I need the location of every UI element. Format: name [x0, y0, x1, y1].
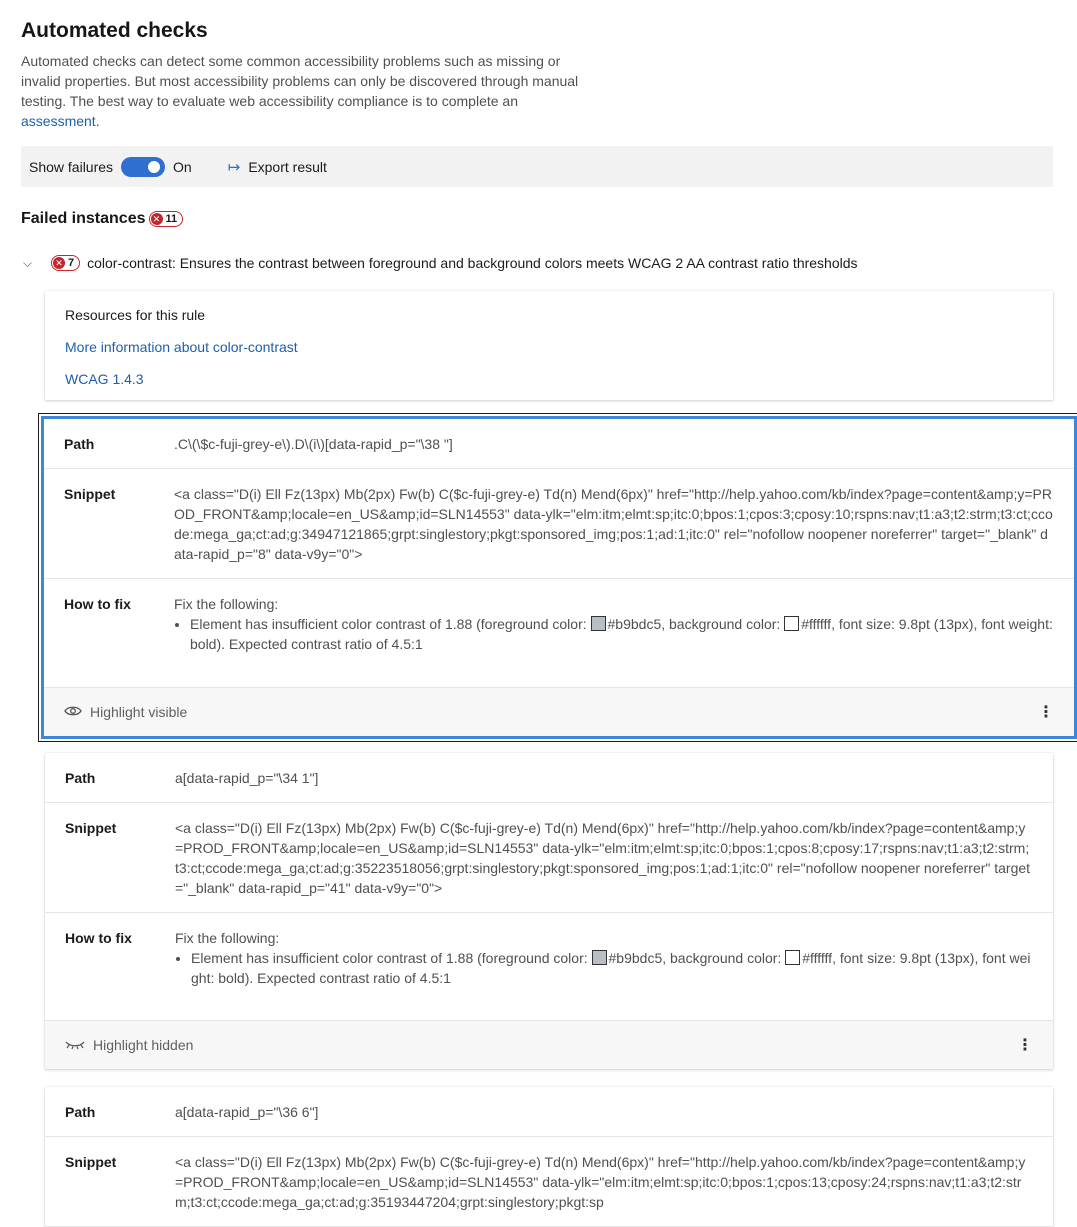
- rule-description: color-contrast: Ensures the contrast bet…: [87, 255, 858, 271]
- error-x-icon: ✕: [53, 257, 65, 269]
- toggle-state-label: On: [173, 158, 192, 175]
- path-row: Path a[data-rapid_p="\34 1"]: [45, 753, 1053, 803]
- snippet-row: Snippet <a class="D(i) Ell Fz(13px) Mb(2…: [44, 469, 1074, 579]
- how-to-fix-value: Fix the following: Element has insuffici…: [174, 594, 1054, 654]
- snippet-row: Snippet <a class="D(i) Ell Fz(13px) Mb(2…: [45, 803, 1053, 913]
- export-result-label: Export result: [248, 158, 327, 175]
- highlight-toggle[interactable]: Highlight hidden: [65, 1037, 193, 1053]
- rule-count-badge: ✕ 7: [51, 255, 81, 271]
- how-to-fix-label: How to fix: [65, 930, 132, 946]
- path-label: Path: [64, 436, 95, 452]
- fix-item: Element has insufficient color contrast …: [190, 614, 1054, 654]
- page-title: Automated checks: [21, 19, 208, 42]
- automated-checks-page: Automated checks Automated checks can de…: [0, 0, 1077, 1227]
- highlight-toggle[interactable]: Highlight visible: [64, 704, 187, 720]
- snippet-label: Snippet: [65, 1154, 117, 1170]
- snippet-value: <a class="D(i) Ell Fz(13px) Mb(2px) Fw(b…: [174, 486, 1053, 562]
- export-result-button[interactable]: ↦ Export result: [228, 158, 327, 176]
- instance-footer: Highlight hidden ⋮: [45, 1021, 1053, 1069]
- how-to-fix-label: How to fix: [64, 596, 131, 612]
- path-label: Path: [65, 770, 96, 786]
- snippet-label: Snippet: [64, 486, 116, 502]
- instance-card[interactable]: Path a[data-rapid_p="\36 6"] Snippet <a …: [45, 1087, 1053, 1227]
- snippet-value: <a class="D(i) Ell Fz(13px) Mb(2px) Fw(b…: [175, 820, 1031, 896]
- wcag-link[interactable]: WCAG 1.4.3: [65, 370, 1033, 388]
- path-value: .C\(\$c-fuji-grey-e\).D\(i\)[data-rapid_…: [174, 436, 453, 452]
- path-value: a[data-rapid_p="\36 6"]: [175, 1104, 319, 1120]
- path-label: Path: [65, 1104, 96, 1120]
- instance-card[interactable]: Path .C\(\$c-fuji-grey-e\).D\(i\)[data-r…: [41, 416, 1077, 739]
- resources-title: Resources for this rule: [65, 307, 206, 323]
- background-color-swatch: [784, 616, 800, 631]
- snippet-row: Snippet <a class="D(i) Ell Fz(13px) Mb(2…: [45, 1137, 1053, 1227]
- foreground-color-swatch: [591, 950, 607, 965]
- failed-count-badge: ✕ 11: [148, 211, 184, 227]
- path-row: Path .C\(\$c-fuji-grey-e\).D\(i\)[data-r…: [44, 419, 1074, 469]
- chevron-down-icon[interactable]: ⌵: [23, 256, 39, 271]
- background-color-swatch: [785, 950, 801, 965]
- assessment-link[interactable]: assessment: [21, 113, 96, 129]
- rule-row-color-contrast[interactable]: ⌵ ✕ 7 color-contrast: Ensures the contras…: [21, 253, 1055, 273]
- export-arrow-icon: ↦: [227, 158, 241, 176]
- instance-focus-outline: Path .C\(\$c-fuji-grey-e\).D\(i\)[data-r…: [38, 413, 1077, 742]
- fix-item: Element has insufficient color contrast …: [191, 948, 1033, 988]
- path-row: Path a[data-rapid_p="\36 6"]: [45, 1087, 1053, 1137]
- intro-text: Automated checks can detect some common …: [21, 53, 579, 129]
- eye-icon: [64, 704, 82, 720]
- toggle-knob: [148, 160, 161, 173]
- show-failures-toggle[interactable]: [121, 156, 166, 177]
- fix-intro: Fix the following:: [174, 596, 279, 612]
- how-to-fix-value: Fix the following: Element has insuffici…: [175, 928, 1033, 988]
- how-to-fix-row: How to fix Fix the following: Element ha…: [44, 579, 1074, 688]
- instance-card[interactable]: Path a[data-rapid_p="\34 1"] Snippet <a …: [45, 753, 1053, 1069]
- foreground-color-swatch: [590, 616, 606, 631]
- fix-intro: Fix the following:: [175, 930, 280, 946]
- command-bar: Show failures On ↦ Export result: [21, 146, 1053, 187]
- more-actions-icon[interactable]: ⋮: [1017, 1035, 1033, 1055]
- snippet-label: Snippet: [65, 820, 117, 836]
- failed-instances-header: Failed instances ✕ 11: [21, 208, 1055, 230]
- failed-instances-title: Failed instances: [21, 210, 146, 227]
- path-value: a[data-rapid_p="\34 1"]: [175, 770, 319, 786]
- eye-closed-icon: [65, 1037, 85, 1053]
- instance-footer: Highlight visible ⋮: [44, 688, 1074, 736]
- more-actions-icon[interactable]: ⋮: [1038, 702, 1054, 722]
- show-failures-label: Show failures: [29, 158, 114, 175]
- snippet-value: <a class="D(i) Ell Fz(13px) Mb(2px) Fw(b…: [175, 1154, 1026, 1210]
- more-info-link[interactable]: More information about color-contrast: [65, 338, 1033, 356]
- how-to-fix-row: How to fix Fix the following: Element ha…: [45, 913, 1053, 1021]
- error-x-icon: ✕: [150, 213, 163, 225]
- rule-resources-card: Resources for this rule More information…: [45, 291, 1053, 400]
